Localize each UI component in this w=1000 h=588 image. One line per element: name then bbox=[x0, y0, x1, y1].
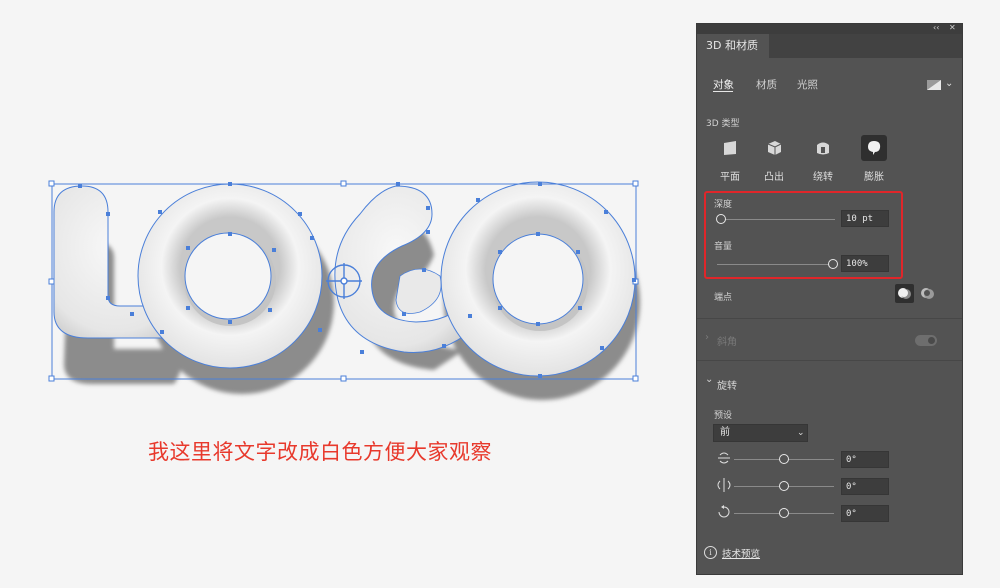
render-settings-icon[interactable] bbox=[927, 80, 941, 90]
tab-lighting[interactable]: 光照 bbox=[797, 77, 818, 92]
rotate-z-value-field[interactable]: 0° bbox=[841, 505, 889, 522]
cap-off-button[interactable] bbox=[918, 284, 937, 303]
plane-icon bbox=[724, 141, 736, 155]
letter-o-first bbox=[137, 183, 323, 369]
volume-slider-track[interactable] bbox=[717, 264, 833, 265]
section-divider bbox=[697, 360, 962, 361]
rotate-x-value-field[interactable]: 0° bbox=[841, 451, 889, 468]
rotate-z-icon bbox=[718, 505, 730, 518]
type-extrude-label: 凸出 bbox=[764, 172, 784, 183]
panel-tab-bar: 3D 和材质 bbox=[697, 34, 962, 58]
cap-on-icon bbox=[898, 288, 911, 299]
tab-object[interactable]: 对象 bbox=[713, 77, 734, 92]
inflate-icon bbox=[868, 141, 881, 155]
rotation-chevron-icon[interactable]: ⌄ bbox=[705, 374, 713, 385]
type-extrude-button[interactable] bbox=[761, 135, 787, 161]
collapse-panel-icon[interactable]: ‹‹ bbox=[933, 23, 939, 32]
type-plane-label: 平面 bbox=[720, 172, 740, 183]
panel-tab-3d-materials[interactable]: 3D 和材质 bbox=[697, 34, 769, 58]
rotate-y-value-field[interactable]: 0° bbox=[841, 478, 889, 495]
caps-label: 端点 bbox=[714, 293, 733, 303]
depth-label: 深度 bbox=[714, 200, 733, 210]
preset-dropdown[interactable]: 前 ⌄ bbox=[713, 424, 808, 442]
type-inflate-button[interactable] bbox=[861, 135, 887, 161]
rotate-x-slider-knob[interactable] bbox=[779, 454, 789, 464]
type-revolve-button[interactable] bbox=[810, 135, 836, 161]
rotation-label: 旋转 bbox=[717, 381, 737, 392]
3d-type-label: 3D 类型 bbox=[706, 119, 740, 129]
type-revolve-label: 绕转 bbox=[813, 172, 833, 183]
type-inflate-label: 膨胀 bbox=[864, 172, 884, 183]
rotate-x-icon bbox=[718, 452, 730, 464]
tech-preview-link[interactable]: 技术预览 bbox=[722, 546, 760, 560]
bevel-chevron-icon[interactable]: › bbox=[705, 332, 709, 343]
artboard-canvas[interactable]: 我这里将文字改成白色方便大家观察 bbox=[0, 0, 690, 588]
chevron-down-icon: ⌄ bbox=[797, 428, 805, 438]
tab-material[interactable]: 材质 bbox=[756, 77, 777, 92]
section-divider bbox=[697, 318, 962, 319]
depth-slider-knob[interactable] bbox=[716, 214, 726, 224]
volume-value-field[interactable]: 100% bbox=[841, 255, 889, 272]
revolve-icon bbox=[817, 142, 829, 155]
annotation-caption: 我这里将文字改成白色方便大家观察 bbox=[148, 440, 492, 464]
bevel-toggle[interactable] bbox=[915, 335, 937, 346]
extrude-icon bbox=[767, 141, 782, 155]
chevron-down-icon[interactable]: ⌄ bbox=[945, 78, 953, 89]
cap-off-icon bbox=[921, 288, 934, 299]
preset-value: 前 bbox=[720, 427, 730, 438]
rotate-y-slider-knob[interactable] bbox=[779, 481, 789, 491]
logo-3d-artwork[interactable] bbox=[0, 0, 690, 588]
preset-label: 预设 bbox=[714, 411, 733, 421]
type-plane-button[interactable] bbox=[717, 135, 743, 161]
active-tab-indicator bbox=[713, 91, 733, 92]
depth-value-field[interactable]: 10 pt bbox=[841, 210, 889, 227]
info-icon: i bbox=[704, 546, 717, 559]
3d-materials-panel: ‹‹ ✕ 3D 和材质 对象 材质 光照 ⌄ 3D 类型 平面 凸出 绕转 膨胀… bbox=[697, 23, 962, 574]
volume-label: 音量 bbox=[714, 242, 733, 252]
rotate-y-icon bbox=[717, 478, 731, 492]
close-panel-icon[interactable]: ✕ bbox=[949, 23, 956, 32]
bevel-label: 斜角 bbox=[717, 337, 737, 348]
panel-titlebar[interactable]: ‹‹ ✕ bbox=[697, 23, 962, 34]
rotate-z-slider-knob[interactable] bbox=[779, 508, 789, 518]
depth-slider-track[interactable] bbox=[721, 219, 835, 220]
cap-on-button[interactable] bbox=[895, 284, 914, 303]
volume-slider-knob[interactable] bbox=[828, 259, 838, 269]
g-inner-notch bbox=[395, 268, 442, 314]
